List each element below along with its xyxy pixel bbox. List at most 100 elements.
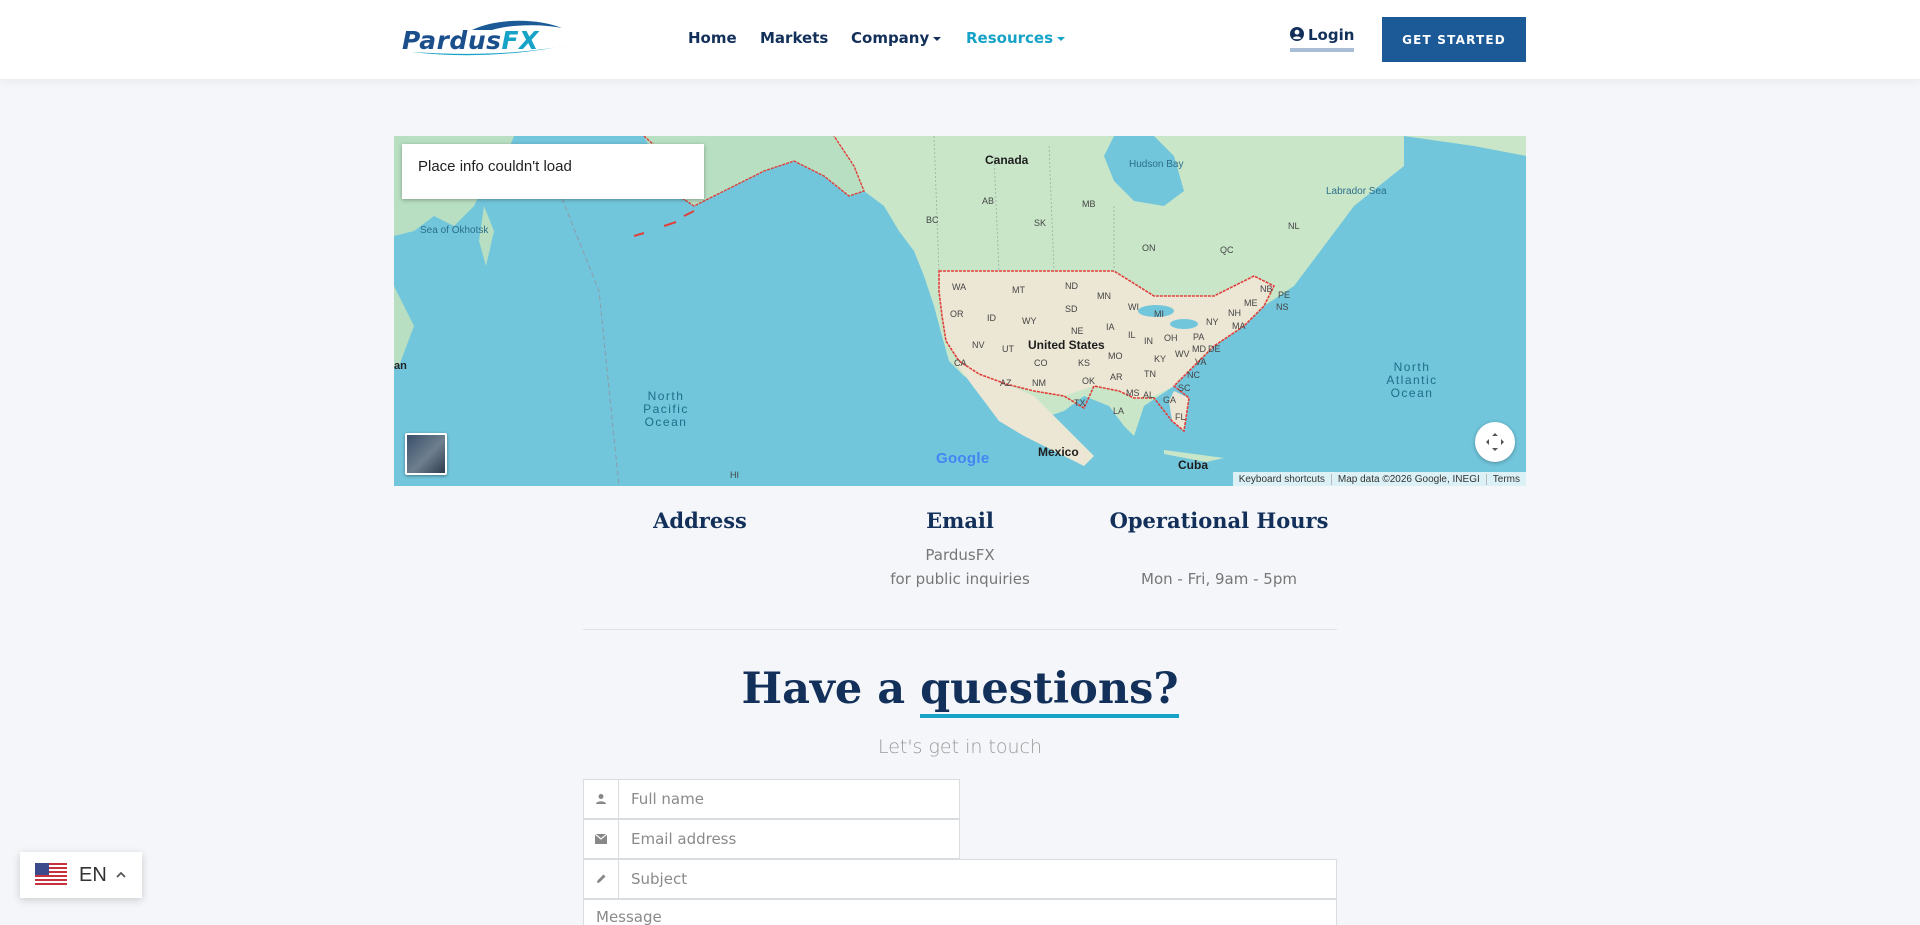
user-icon: [584, 780, 619, 818]
email-field: [583, 819, 960, 859]
nav-company[interactable]: Company: [851, 29, 942, 47]
pencil-icon: [584, 860, 619, 898]
map-state: AR: [1110, 372, 1123, 382]
map-state: FL: [1175, 412, 1186, 422]
logo-wordmark: PardusFX: [402, 26, 539, 55]
map-state: NB: [1260, 284, 1273, 294]
get-started-button[interactable]: GET STARTED: [1382, 17, 1526, 62]
map-label-mexico: Mexico: [1038, 445, 1079, 459]
map-state: NC: [1187, 370, 1200, 380]
map-state: MN: [1097, 291, 1111, 301]
map-state: NM: [1032, 378, 1046, 388]
map-state: UT: [1002, 344, 1014, 354]
caret-down-icon: [1057, 36, 1066, 41]
map-state: CA: [954, 358, 967, 368]
site-header: PardusFX Home Markets Company Resources …: [0, 0, 1920, 79]
email-title: Email: [926, 508, 994, 533]
map-state: NS: [1276, 302, 1289, 312]
map-state: OK: [1082, 376, 1096, 386]
map-state: BC: [926, 215, 939, 225]
map-state: AB: [982, 196, 995, 206]
full-name-field: [583, 779, 960, 819]
nav-markets[interactable]: Markets: [760, 29, 828, 47]
map-state: DE: [1208, 344, 1221, 354]
map-label-united-states: United States: [1028, 338, 1105, 352]
contact-heading-highlight: questions?: [920, 664, 1179, 718]
map-state: SK: [1034, 218, 1047, 228]
map-state: NH: [1228, 308, 1241, 318]
contact-heading-prefix: Have a: [741, 664, 906, 714]
map-state: KY: [1154, 354, 1167, 364]
terms-link[interactable]: Terms: [1485, 473, 1526, 485]
map-state: WV: [1175, 349, 1190, 359]
map-label-north-atlantic: North Atlantic Ocean: [1386, 360, 1438, 400]
envelope-icon: [584, 820, 619, 858]
map-state: WI: [1128, 302, 1139, 312]
map-label-hawaii: HI: [730, 470, 739, 480]
map-state: OH: [1164, 333, 1178, 343]
map-state: NV: [972, 340, 985, 350]
map-state: WA: [952, 282, 967, 292]
map-state: TN: [1144, 369, 1156, 379]
user-circle-icon: [1290, 27, 1304, 41]
language-switcher[interactable]: EN: [20, 852, 142, 898]
email-line-1: PardusFX: [925, 546, 995, 564]
map-state: MO: [1108, 351, 1123, 361]
map-state: VA: [1195, 357, 1207, 367]
map-state: IA: [1106, 322, 1115, 332]
map-label-sea-of-okhotsk: Sea of Okhotsk: [420, 225, 489, 236]
caret-down-icon: [933, 36, 942, 41]
chevron-up-icon: [116, 871, 126, 878]
hours-title: Operational Hours: [1109, 508, 1329, 533]
google-logo-text: Google: [936, 450, 990, 467]
email-column: Email PardusFX for public inquiries: [830, 508, 1090, 591]
map-label-labrador-sea: Labrador Sea: [1326, 186, 1387, 197]
google-logo: Google: [936, 450, 989, 467]
us-flag-icon: [35, 863, 67, 887]
map-state: ID: [987, 313, 996, 323]
map-state: AZ: [1000, 378, 1012, 388]
login-link[interactable]: Login: [1290, 26, 1355, 52]
map-state: WY: [1022, 316, 1037, 326]
address-column: Address: [570, 508, 830, 533]
map-label-hudson-bay: Hudson Bay: [1129, 159, 1184, 170]
map-state: SC: [1178, 383, 1191, 393]
map-state: IL: [1128, 330, 1136, 340]
map-state: NE: [1071, 326, 1084, 336]
nav-resources[interactable]: Resources: [966, 29, 1066, 47]
language-code: EN: [79, 863, 107, 886]
email-input[interactable]: [619, 820, 959, 858]
message-textarea[interactable]: [584, 900, 1336, 925]
map-state: LA: [1113, 406, 1125, 416]
fullscreen-button[interactable]: [1475, 422, 1515, 462]
map-state: ND: [1065, 281, 1078, 291]
google-map[interactable]: Place info couldn't load Canada Hudson B…: [394, 136, 1526, 486]
map-label-cuba: Cuba: [1178, 458, 1208, 472]
satellite-view-toggle[interactable]: [405, 433, 447, 475]
map-state: MT: [1012, 285, 1025, 295]
map-state: MA: [1232, 321, 1246, 331]
map-state: SD: [1065, 304, 1078, 314]
map-state: IN: [1144, 336, 1153, 346]
map-state: KS: [1078, 358, 1091, 368]
map-state: MD: [1192, 344, 1206, 354]
map-label-north-pacific: North Pacific Ocean: [643, 389, 689, 429]
email-line-2: for public inquiries: [890, 570, 1030, 588]
map-state: PE: [1278, 290, 1291, 300]
pardusfx-logo[interactable]: PardusFX: [402, 18, 588, 58]
address-title: Address: [653, 508, 747, 533]
place-info-card: Place info couldn't load: [402, 144, 704, 199]
map-state: QC: [1220, 245, 1234, 255]
subject-input[interactable]: [619, 860, 1336, 898]
nav-home[interactable]: Home: [688, 29, 737, 47]
map-state: NL: [1288, 221, 1300, 231]
keyboard-shortcuts-link[interactable]: Keyboard shortcuts: [1233, 474, 1331, 485]
contact-subheading: Let's get in touch: [877, 736, 1043, 758]
map-data-credit: Map data ©2026 Google, INEGI: [1330, 473, 1486, 485]
full-name-input[interactable]: [619, 780, 959, 818]
login-label: Login: [1308, 26, 1355, 44]
subject-field: [583, 859, 1337, 899]
map-state: OR: [950, 309, 964, 319]
message-field: [583, 899, 1337, 925]
map-state: ME: [1244, 298, 1258, 308]
